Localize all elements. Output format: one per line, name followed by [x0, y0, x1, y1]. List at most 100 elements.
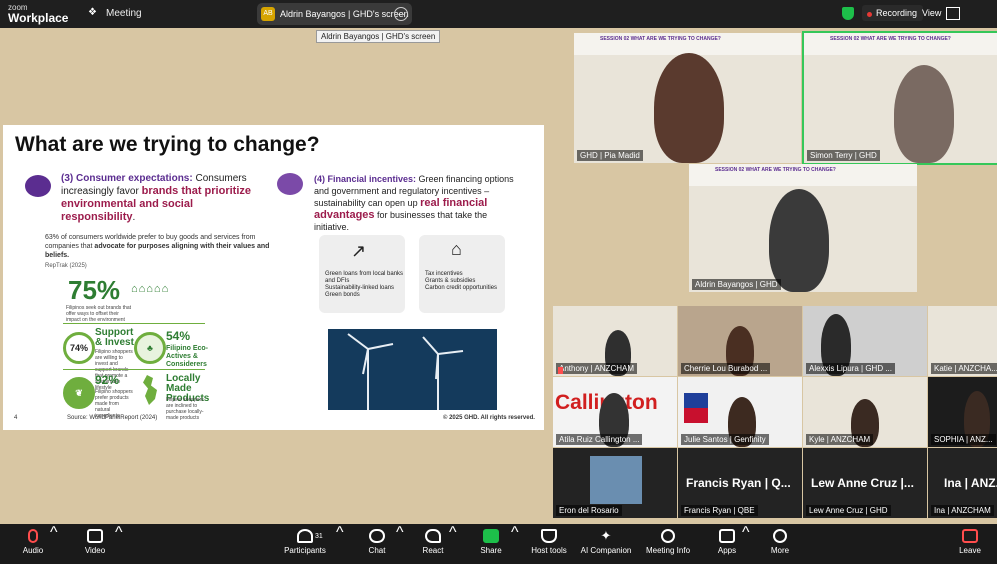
more-label: More: [770, 546, 790, 555]
c4-heading: (4) Financial incentives:: [314, 174, 417, 184]
meeting-info-label: Meeting Info: [645, 546, 691, 555]
audio-label: Audio: [22, 546, 44, 555]
recording-indicator[interactable]: Recording: [862, 5, 924, 21]
video-tile-atila[interactable]: Callington Atila Ruiz Callington ...: [553, 377, 677, 447]
video-tile-eron[interactable]: Eron del Rosario: [553, 448, 677, 518]
meeting-label[interactable]: Meeting: [106, 8, 142, 19]
session-banner: SESSION 02 WHAT ARE WE TRYING TO CHANGE?: [689, 164, 917, 186]
video-tile-francis[interactable]: Francis Ryan | Q... Francis Ryan | QBE: [678, 448, 802, 518]
box2-item-2: Grants & subsidies: [425, 278, 476, 284]
security-shield-icon[interactable]: [842, 7, 854, 20]
philippine-flag-icon: [684, 393, 708, 423]
participants-chevron-icon[interactable]: ^: [336, 524, 344, 564]
react-chevron-icon[interactable]: ^: [449, 524, 457, 564]
video-tile-katie[interactable]: Katie | ANZCHA...: [928, 306, 997, 376]
francis-big-name: Francis Ryan | Q...: [686, 476, 791, 490]
video-options-chevron-icon[interactable]: ^: [115, 524, 123, 564]
audio-button[interactable]: Audio: [18, 524, 48, 564]
green-loans-box: ↗ Green loans from local banks and DFIs …: [319, 235, 405, 313]
tile-label-anthony: Anthony | ANZCHAM: [556, 363, 637, 374]
wind-turbines-graphic: [347, 333, 464, 410]
box1-item-3: Green bonds: [325, 292, 360, 298]
box1-item-2: Sustainability-linked loans: [325, 285, 395, 291]
ai-companion-label: AI Companion: [580, 546, 632, 555]
apps-chevron-icon[interactable]: ^: [742, 524, 750, 564]
c3-end: .: [132, 212, 136, 223]
view-button[interactable]: View: [922, 8, 941, 18]
consumer-expectations-text: (3) Consumer expectations: Consumers inc…: [61, 173, 257, 224]
participants-button[interactable]: Participants: [282, 524, 328, 564]
philippines-map-icon: [143, 375, 157, 405]
chat-chevron-icon[interactable]: ^: [396, 524, 404, 564]
tile-label-aldrin: Aldrin Bayangos | GHD: [692, 279, 781, 290]
more-button[interactable]: More: [768, 524, 792, 564]
tile-label-kyle: Kyle | ANZCHAM: [806, 434, 874, 445]
share-title: Aldrin Bayangos | GHD's screen: [280, 9, 409, 19]
chat-button[interactable]: Chat: [365, 524, 389, 564]
wind-turbines-image: [328, 329, 497, 410]
box2-item-3: Carbon credit opportunities: [425, 285, 498, 291]
tile-label-ina: Ina | ANZCHAM: [931, 505, 994, 516]
locally-made-note: Filipino shoppers are inclined to purcha…: [166, 397, 204, 421]
audio-options-chevron-icon[interactable]: ^: [50, 524, 58, 564]
screen-share-pill[interactable]: AB Aldrin Bayangos | GHD's screen …: [257, 3, 412, 25]
video-tile-kyle[interactable]: Kyle | ANZCHAM: [803, 377, 927, 447]
host-tools-label: Host tools: [531, 546, 567, 555]
tax-incentives-box: ⌂ Tax incentives Grants & subsidies Carb…: [419, 235, 505, 313]
sparkle-icon: ✦: [600, 528, 612, 543]
video-tile-pia[interactable]: SESSION 02 WHAT ARE WE TRYING TO CHANGE?…: [574, 33, 801, 163]
react-label: React: [422, 546, 444, 555]
more-dots-icon: [773, 529, 787, 543]
heart-icon: [425, 529, 441, 543]
apps-button[interactable]: Apps: [715, 524, 739, 564]
ai-companion-button[interactable]: ✦ AI Companion: [580, 524, 632, 564]
video-tile-cherrie[interactable]: Cherrie Lou Burabod ...: [678, 306, 802, 376]
video-tile-lew[interactable]: Lew Anne Cruz |... Lew Anne Cruz | GHD: [803, 448, 927, 518]
eco-actives-title: Filipino Eco-Actives & Considerers: [166, 345, 208, 368]
graph-up-icon: ↗: [351, 241, 367, 261]
slide-source: Source: WorldPanelReport (2024): [67, 415, 158, 421]
video-camera-icon: [87, 529, 103, 543]
video-tile-simon[interactable]: SESSION 02 WHAT ARE WE TRYING TO CHANGE?…: [802, 31, 997, 165]
tile-label-sophia: SOPHIA | ANZ...: [931, 434, 996, 445]
view-grid-icon[interactable]: [946, 7, 960, 20]
big-stat: 75%: [68, 275, 121, 305]
video-label: Video: [84, 546, 106, 555]
leaf-icon: ❦: [63, 377, 95, 409]
leave-button[interactable]: Leave: [956, 524, 984, 564]
share-screen-icon: [483, 529, 499, 543]
tile-label-pia: GHD | Pia Madid: [577, 150, 643, 161]
video-tile-sophia[interactable]: SOPHIA | ANZ...: [928, 377, 997, 447]
video-tile-anthony[interactable]: Anthony | ANZCHAM: [553, 306, 677, 376]
react-button[interactable]: React: [420, 524, 446, 564]
microphone-muted-icon: [28, 529, 38, 543]
share-chevron-icon[interactable]: ^: [511, 524, 519, 564]
copyright: © 2025 GHD. All rights reserved.: [443, 415, 535, 421]
people-icon: [25, 175, 51, 197]
divider-2: [63, 369, 205, 370]
c3-source: RepTrak (2025): [45, 263, 87, 269]
share-label: Share: [480, 546, 502, 555]
stat-92: 92%: [95, 373, 120, 387]
house-icons: ⌂⌂⌂⌂⌂: [131, 283, 170, 295]
video-button[interactable]: Video: [80, 524, 110, 564]
tile-label-eron: Eron del Rosario: [556, 505, 622, 516]
participants-count: 31: [315, 533, 323, 540]
video-tile-alexxis[interactable]: Alexxis Lipura | GHD ...: [803, 306, 927, 376]
share-button[interactable]: Share: [478, 524, 504, 564]
meeting-toolbar: Audio ^ Video ^ Participants 31 ^ Chat ^…: [0, 524, 997, 564]
banner-session: SESSION 02 WHAT ARE WE TRYING TO CHANGE?: [830, 36, 951, 42]
participants-label: Participants: [284, 546, 326, 555]
meeting-info-button[interactable]: Meeting Info: [644, 524, 692, 564]
stat-54: 54%: [166, 329, 191, 343]
apps-label: Apps: [717, 546, 737, 555]
shared-slide: What are we trying to change? (3) Consum…: [3, 125, 544, 430]
video-tile-julie[interactable]: Julie Santos | Genfinity: [678, 377, 802, 447]
pia-avatar: [654, 53, 724, 163]
chat-label: Chat: [368, 546, 386, 555]
video-tile-aldrin[interactable]: SESSION 02 WHAT ARE WE TRYING TO CHANGE?…: [689, 164, 917, 292]
video-tile-ina[interactable]: Ina | ANZ... Ina | ANZCHAM: [928, 448, 997, 518]
tile-label-francis: Francis Ryan | QBE: [681, 505, 758, 516]
host-tools-button[interactable]: Host tools: [530, 524, 568, 564]
more-options-icon[interactable]: …: [394, 7, 408, 21]
